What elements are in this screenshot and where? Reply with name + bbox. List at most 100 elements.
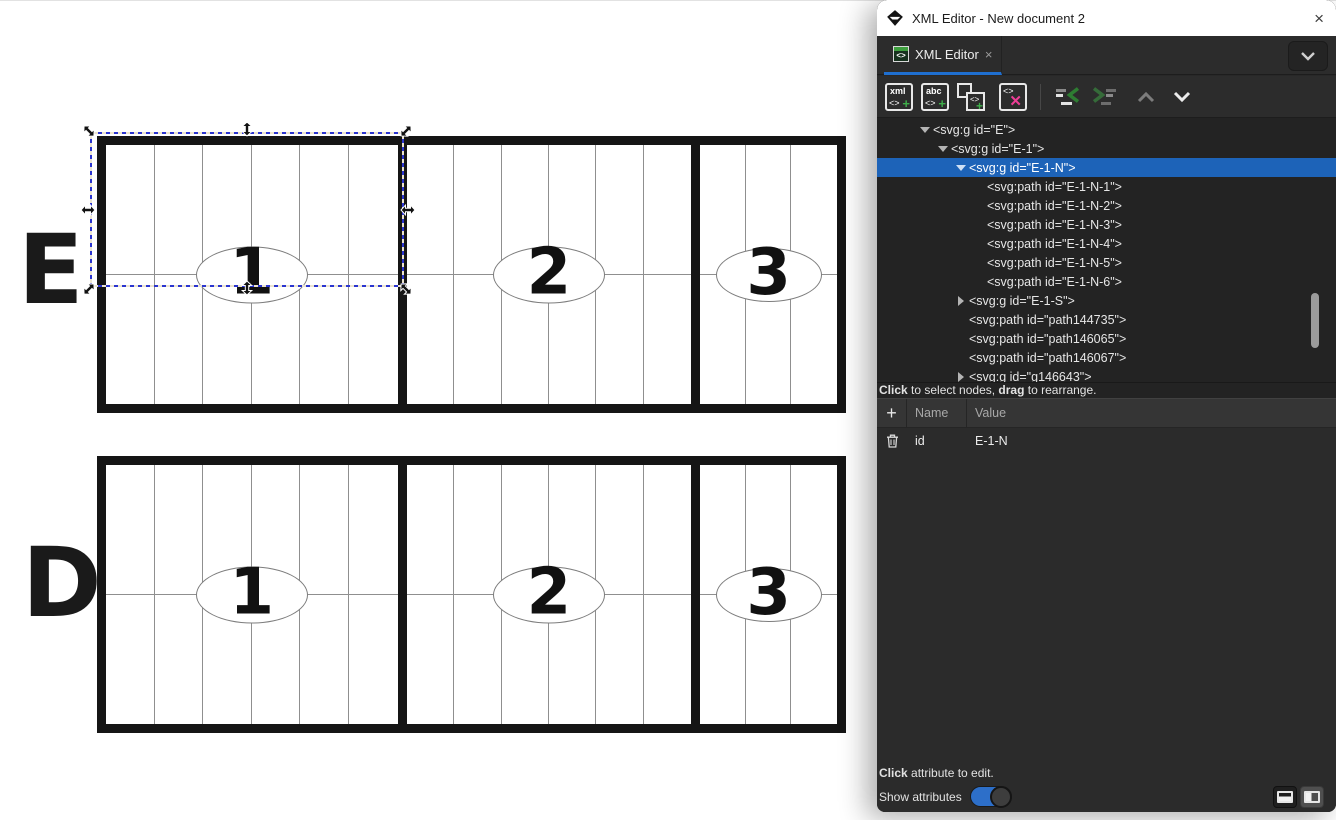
selection-bounding-box	[90, 132, 404, 287]
expander-open-icon[interactable]	[917, 127, 933, 133]
scale-handle-top-left[interactable]	[78, 120, 101, 143]
expander-open-icon[interactable]	[953, 165, 969, 171]
attribute-row[interactable]: id E-1-N	[877, 428, 1336, 453]
new-element-node-button[interactable]: xml <> +	[885, 83, 913, 111]
window-title: XML Editor - New document 2	[912, 11, 1085, 26]
tree-node[interactable]: <svg:path id="path146065">	[877, 329, 1336, 348]
node-label: <svg:path id="E-1-N-6">	[987, 275, 1122, 289]
show-attributes-toggle[interactable]	[970, 786, 1012, 807]
tab-label: XML Editor	[915, 47, 979, 62]
toolbar-separator	[1040, 84, 1041, 110]
angle-brackets-glyph: <>	[925, 98, 936, 108]
tree-node[interactable]: <svg:path id="E-1-N-3">	[877, 215, 1336, 234]
tree-node[interactable]: <svg:g id="g146643">	[877, 367, 1336, 382]
node-label: <svg:path id="E-1-N-1">	[987, 180, 1122, 194]
horizontal-layout-button[interactable]	[1273, 786, 1297, 808]
chevron-down-icon	[1300, 51, 1316, 61]
tree-node[interactable]: <svg:path id="E-1-N-5">	[877, 253, 1336, 272]
move-node-up-button[interactable]	[1132, 84, 1160, 110]
tab-xml-editor[interactable]: <> XML Editor ×	[884, 36, 1002, 75]
canvas-box-e3[interactable]: 3	[700, 145, 837, 404]
indent-node-button[interactable]	[1090, 84, 1118, 110]
hint-bold: Click	[879, 766, 908, 780]
attribute-edit-hint: Click attribute to edit.	[879, 766, 994, 780]
tree-node[interactable]: <svg:g id="E">	[877, 120, 1336, 139]
canvas-box-d3[interactable]: 3	[700, 465, 837, 724]
hint-text: attribute to edit.	[908, 766, 994, 780]
tree-node[interactable]: <svg:path id="path144735">	[877, 310, 1336, 329]
xml-text: xml	[890, 86, 906, 96]
scale-handle-top[interactable]	[239, 121, 255, 137]
scale-handle-left[interactable]	[80, 202, 96, 218]
plus-glyph: +	[938, 96, 946, 111]
attribute-name[interactable]: id	[907, 428, 967, 453]
attribute-value[interactable]: E-1-N	[967, 434, 1336, 448]
tree-node[interactable]: <svg:g id="E-1-S">	[877, 291, 1336, 310]
node-label: <svg:g id="g146643">	[969, 370, 1092, 383]
attributes-panel: + Name Value id E-1-N	[877, 398, 1336, 812]
expander-closed-icon[interactable]	[953, 372, 969, 382]
window-close-icon[interactable]: ×	[1314, 10, 1324, 27]
expander-closed-icon[interactable]	[953, 296, 969, 306]
node-label: <svg:path id="path146065">	[969, 332, 1126, 346]
canvas-box-d1[interactable]: 1	[106, 465, 398, 724]
hint-text: to select nodes,	[908, 383, 999, 397]
toggle-knob	[990, 786, 1012, 808]
expander-open-icon[interactable]	[935, 146, 951, 152]
tree-status-hint: Click to select nodes, drag to rearrange…	[877, 382, 1336, 398]
unindent-icon	[1055, 87, 1081, 107]
vertical-panes-icon	[1304, 791, 1320, 803]
canvas-box-e2[interactable]: 2	[407, 145, 692, 404]
scale-handle-right[interactable]	[400, 202, 416, 218]
tree-node[interactable]: <svg:g id="E-1">	[877, 139, 1336, 158]
panel-dropdown-button[interactable]	[1288, 41, 1328, 71]
unindent-node-button[interactable]	[1054, 84, 1082, 110]
tree-node-selected[interactable]: <svg:g id="E-1-N">	[877, 158, 1336, 177]
window-titlebar[interactable]: XML Editor - New document 2 ×	[877, 0, 1336, 36]
canvas-letter-d[interactable]: D	[22, 535, 100, 631]
label-ellipse[interactable]: 2	[493, 566, 605, 623]
delete-attribute-button[interactable]	[877, 428, 907, 453]
section-number: 3	[746, 561, 791, 629]
delete-node-button[interactable]: <> ✕	[999, 83, 1027, 111]
xml-editor-tab-icon: <>	[893, 46, 909, 62]
section-number: 1	[230, 561, 275, 629]
horizontal-panes-icon	[1277, 791, 1293, 803]
trash-icon	[886, 434, 899, 448]
node-label: <svg:path id="E-1-N-4">	[987, 237, 1122, 251]
canvas-row-d[interactable]: 1 2 3	[97, 456, 846, 733]
tree-node[interactable]: <svg:path id="E-1-N-6">	[877, 272, 1336, 291]
tree-node[interactable]: <svg:path id="E-1-N-2">	[877, 196, 1336, 215]
node-label: <svg:path id="path146067">	[969, 351, 1126, 365]
label-ellipse[interactable]: 2	[493, 246, 605, 303]
delete-x-glyph: ✕	[1009, 92, 1022, 110]
duplicate-node-button[interactable]: <> +	[957, 83, 985, 111]
plus-glyph: +	[976, 99, 983, 113]
tab-close-icon[interactable]: ×	[985, 47, 993, 62]
indent-icon	[1091, 87, 1117, 107]
scale-handle-bottom[interactable]	[239, 280, 255, 296]
show-attributes-row: Show attributes	[879, 786, 1012, 807]
node-label: <svg:path id="path144735">	[969, 313, 1126, 327]
tree-node[interactable]: <svg:path id="E-1-N-4">	[877, 234, 1336, 253]
section-number: 3	[746, 241, 791, 309]
tree-scrollbar-thumb[interactable]	[1311, 293, 1319, 348]
tree-node[interactable]: <svg:path id="path146067">	[877, 348, 1336, 367]
canvas-letter-e[interactable]: E	[18, 222, 82, 318]
move-node-down-button[interactable]	[1168, 84, 1196, 110]
label-ellipse[interactable]: 1	[196, 566, 308, 623]
tree-node[interactable]: <svg:path id="E-1-N-1">	[877, 177, 1336, 196]
label-ellipse[interactable]: 3	[716, 568, 822, 622]
add-attribute-button[interactable]: +	[877, 399, 907, 427]
label-ellipse[interactable]: 3	[716, 248, 822, 302]
vertical-layout-button[interactable]	[1300, 786, 1324, 808]
canvas-box-d2[interactable]: 2	[407, 465, 692, 724]
attr-name-header: Name	[907, 399, 967, 427]
attr-value-header: Value	[967, 406, 1336, 420]
xml-node-tree[interactable]: <svg:g id="E"> <svg:g id="E-1"> <svg:g i…	[877, 118, 1336, 382]
new-text-node-button[interactable]: abc <> +	[921, 83, 949, 111]
hint-text: to rearrange.	[1024, 383, 1096, 397]
section-number: 2	[527, 241, 572, 309]
node-label: <svg:g id="E">	[933, 123, 1015, 137]
node-label: <svg:path id="E-1-N-3">	[987, 218, 1122, 232]
